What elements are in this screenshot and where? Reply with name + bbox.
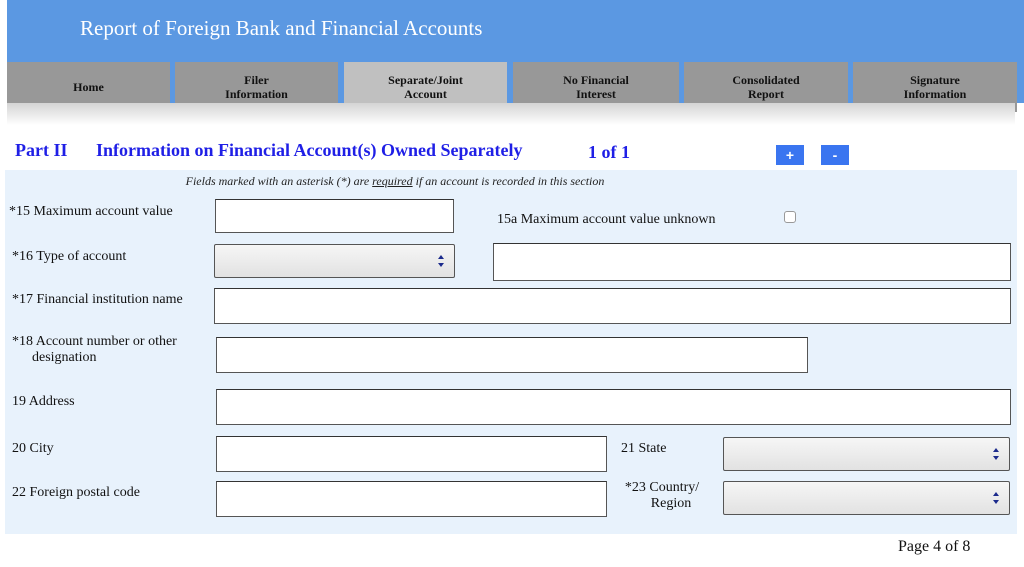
address-input[interactable] — [216, 389, 1011, 425]
tab-label: No Financial — [563, 73, 629, 87]
institution-label: *17 Financial institution name — [12, 292, 183, 307]
account-number-label: *18 Account number or other designation — [12, 334, 177, 366]
section-title: Information on Financial Account(s) Owne… — [96, 140, 523, 160]
select-arrows-icon — [993, 492, 999, 504]
institution-input[interactable] — [214, 288, 1011, 324]
note-text: Fields marked with an asterisk (*) are — [185, 174, 373, 188]
select-arrows-icon — [438, 255, 444, 267]
state-select[interactable] — [723, 437, 1010, 471]
label-line: *23 Country/ — [624, 480, 700, 495]
country-label: *23 Country/Region — [617, 480, 707, 512]
max-value-label: *15 Maximum account value — [9, 204, 173, 219]
tab-label: Filer — [244, 73, 269, 87]
state-label: 21 State — [621, 441, 667, 456]
page-indicator: Page 4 of 8 — [898, 538, 971, 555]
tab-label: Report — [747, 87, 784, 101]
add-account-button[interactable]: + — [776, 145, 804, 165]
account-number-input[interactable] — [216, 337, 808, 373]
max-unknown-checkbox[interactable] — [784, 211, 796, 223]
tab-label: Information — [225, 87, 288, 101]
note-emphasis: required — [372, 174, 413, 188]
section-header: Part II Information on Financial Account… — [7, 130, 1017, 170]
note-text: if an account is recorded in this sectio… — [412, 174, 605, 188]
tab-label: Interest — [576, 87, 616, 101]
tab-shadow — [7, 103, 1015, 125]
tab-label: Separate/Joint — [388, 73, 463, 87]
postal-input[interactable] — [216, 481, 607, 517]
account-type-other-input[interactable] — [493, 243, 1011, 281]
address-label: 19 Address — [12, 394, 75, 409]
country-select[interactable] — [723, 481, 1010, 515]
required-note: Fields marked with an asterisk (*) are r… — [5, 174, 785, 189]
tab-label: Home — [73, 80, 104, 94]
account-type-label: *16 Type of account — [12, 249, 127, 264]
tab-label: Information — [903, 87, 967, 101]
max-unknown-label: 15a Maximum account value unknown — [497, 212, 716, 227]
max-value-input[interactable] — [215, 199, 454, 233]
city-input[interactable] — [216, 436, 607, 472]
page-title: Report of Foreign Bank and Financial Acc… — [80, 16, 483, 40]
label-line: Region — [650, 496, 692, 511]
part-label: Part II — [15, 140, 68, 160]
remove-account-button[interactable]: - — [821, 145, 849, 165]
record-counter: 1 of 1 — [588, 142, 630, 162]
select-arrows-icon — [993, 448, 999, 460]
label-line: designation — [32, 350, 97, 365]
city-label: 20 City — [12, 441, 54, 456]
tab-label: Account — [404, 87, 447, 101]
tab-label: Signature — [910, 73, 960, 87]
account-type-select[interactable] — [214, 244, 455, 278]
label-line: *18 Account number or other — [12, 334, 177, 349]
tab-label: Consolidated — [732, 73, 800, 87]
postal-label: 22 Foreign postal code — [12, 485, 140, 500]
account-form: Fields marked with an asterisk (*) are r… — [5, 170, 1017, 534]
